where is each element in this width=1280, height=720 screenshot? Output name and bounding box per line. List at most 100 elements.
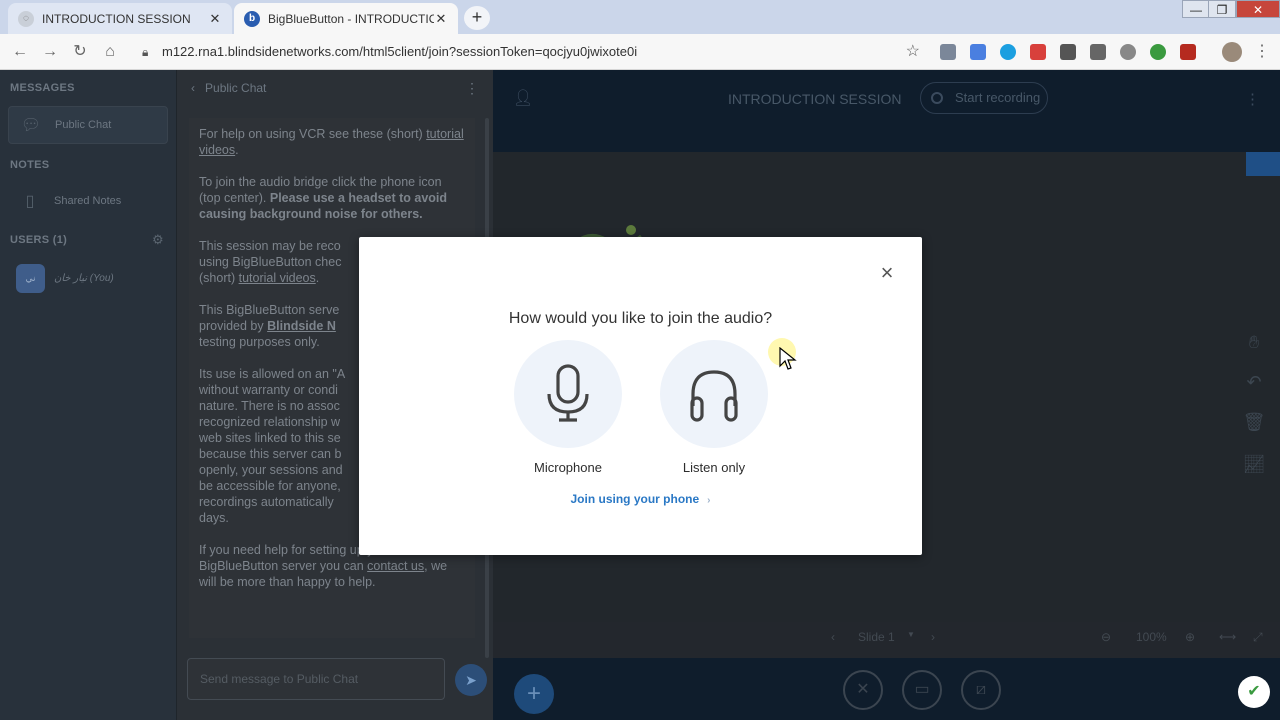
next-slide-icon[interactable]: ›: [931, 630, 935, 644]
browser-tab-strip: ◌ INTRODUCTION SESSION ✕ b BigBlueButton…: [0, 0, 1280, 34]
join-audio-modal: × How would you like to join the audio? …: [359, 237, 922, 555]
notes-section-label: NOTES: [10, 159, 50, 171]
mute-audio-button[interactable]: ✕: [843, 670, 883, 710]
microphone-label[interactable]: Microphone: [498, 460, 638, 475]
back-arrow-icon[interactable]: ←: [8, 40, 32, 64]
tab-title: BigBlueButton - INTRODUCTION: [268, 11, 434, 26]
extension-icon[interactable]: [1030, 44, 1046, 60]
join-using-phone-link[interactable]: Join using your phone ›: [359, 492, 922, 506]
skype-icon[interactable]: [1000, 44, 1016, 60]
message-text: (short): [199, 271, 239, 285]
multi-user-chart-icon[interactable]: 📈︎: [1242, 454, 1266, 478]
message-text: web sites linked to this se: [199, 431, 341, 445]
hand-tool-icon[interactable]: ✋︎: [1242, 332, 1266, 356]
message-text: nature. There is no assoc: [199, 399, 340, 413]
sidebar-item-shared-notes[interactable]: ▯ Shared Notes: [8, 182, 168, 220]
extension-icon[interactable]: [940, 44, 956, 60]
blindside-link[interactable]: Blindside N: [267, 319, 336, 333]
page-icon: ◌: [18, 10, 34, 27]
zoom-in-icon[interactable]: ⊕: [1185, 630, 1195, 644]
home-icon[interactable]: ⌂: [98, 40, 122, 64]
url-text: m122.rna1.blindsidenetworks.com/html5cli…: [162, 44, 638, 59]
share-webcam-button[interactable]: ▭: [902, 670, 942, 710]
microphone-icon: [547, 364, 589, 422]
screen-share-icon: ⧄: [975, 681, 987, 698]
tutorial-videos-link[interactable]: tutorial videos: [239, 271, 316, 285]
notes-icon: ▯: [25, 193, 35, 210]
action-bar: + ✕ ▭ ⧄ ✔: [493, 658, 1280, 720]
message-text: This BigBlueButton serve: [199, 303, 340, 317]
restore-button[interactable]: ❐: [1208, 0, 1236, 18]
translate-icon[interactable]: [970, 44, 986, 60]
browser-menu-icon[interactable]: ⋮: [1250, 40, 1274, 64]
minimize-button[interactable]: —: [1182, 0, 1210, 18]
minimize-presentation-button[interactable]: [1246, 152, 1280, 176]
chevron-right-icon: ›: [707, 495, 711, 506]
forward-arrow-icon[interactable]: →: [38, 40, 62, 64]
microphone-button[interactable]: [514, 340, 622, 448]
users-section-label: USERS (1): [10, 234, 68, 246]
presentation-toolbar: ‹ Slide 1 ▼ › ⊖ 100% ⊕ ⟷ ⤢: [493, 622, 1280, 652]
start-recording-label: Start recording: [955, 90, 1041, 105]
extension-icon[interactable]: [1150, 44, 1166, 60]
close-window-button[interactable]: ✕: [1236, 0, 1280, 18]
tab-bigbluebutton[interactable]: b BigBlueButton - INTRODUCTION ✕: [234, 3, 458, 34]
options-menu-icon[interactable]: ⋮: [1245, 90, 1260, 108]
camera-off-icon: ▭: [914, 681, 930, 698]
chat-title: Public Chat: [205, 81, 267, 95]
message-text: openly, your sessions and: [199, 463, 343, 477]
tab-close-icon[interactable]: ✕: [434, 11, 448, 27]
modal-title: How would you like to join the audio?: [508, 310, 773, 327]
session-title: INTRODUCTION SESSION: [728, 91, 902, 107]
message-text: be accessible for anyone,: [199, 479, 341, 493]
audio-off-icon: ✕: [856, 681, 870, 698]
profile-avatar[interactable]: [1222, 42, 1242, 62]
actions-plus-button[interactable]: +: [514, 674, 554, 714]
slide-selector[interactable]: Slide 1: [858, 630, 895, 644]
headphones-icon: [690, 370, 738, 422]
gear-icon[interactable]: ⚙: [152, 232, 164, 248]
sidebar-item-public-chat[interactable]: 💬︎ Public Chat: [8, 106, 168, 144]
address-bar[interactable]: 🔒︎ m122.rna1.blindsidenetworks.com/html5…: [132, 38, 928, 66]
bigbluebutton-favicon-icon: b: [244, 10, 260, 27]
user-list-toggle-icon[interactable]: 👤︎: [513, 88, 533, 108]
message-text: This session may be reco: [199, 239, 341, 253]
close-icon[interactable]: ×: [876, 262, 898, 285]
message-text: provided by: [199, 319, 268, 333]
extension-icon[interactable]: [1060, 44, 1076, 60]
send-message-button[interactable]: ➤: [455, 664, 487, 696]
contact-us-link[interactable]: contact us: [367, 559, 424, 573]
bookmark-star-icon[interactable]: ☆: [906, 38, 920, 66]
chevron-left-icon: ‹: [191, 81, 195, 95]
extension-icon[interactable]: [1120, 44, 1136, 60]
security-shield-icon[interactable]: ✔: [1238, 676, 1270, 708]
listen-only-button[interactable]: [660, 340, 768, 448]
message-text: .: [235, 143, 239, 157]
message-text: days.: [199, 511, 229, 525]
share-screen-button[interactable]: ⧄: [961, 670, 1001, 710]
extension-icon[interactable]: [1090, 44, 1106, 60]
new-tab-button[interactable]: +: [464, 6, 490, 30]
reload-icon[interactable]: ↻: [68, 40, 92, 64]
start-recording-button[interactable]: Start recording: [920, 82, 1048, 114]
avatar[interactable]: ني: [16, 264, 45, 293]
lock-icon: 🔒︎: [142, 45, 149, 59]
fullscreen-icon[interactable]: ⤢: [1253, 630, 1263, 645]
pdf-icon[interactable]: [1180, 44, 1196, 60]
send-icon: ➤: [465, 672, 477, 688]
chat-options-icon[interactable]: ⋮: [465, 80, 479, 97]
user-name[interactable]: نيار خان (You): [54, 273, 114, 284]
previous-slide-icon[interactable]: ‹: [831, 630, 835, 644]
chat-back-button[interactable]: ‹ Public Chat: [191, 81, 266, 95]
record-icon: [931, 92, 943, 104]
chat-message-input[interactable]: Send message to Public Chat: [187, 658, 445, 700]
message-text: For help on using VCR see these (short): [199, 127, 427, 141]
trash-icon[interactable]: 🗑︎: [1242, 412, 1266, 436]
tab-introduction-session[interactable]: ◌ INTRODUCTION SESSION ✕: [8, 3, 232, 34]
undo-icon[interactable]: ↶: [1242, 372, 1266, 396]
zoom-out-icon[interactable]: ⊖: [1101, 630, 1111, 644]
listen-only-label[interactable]: Listen only: [644, 460, 784, 475]
zoom-level: 100%: [1136, 630, 1167, 644]
fit-width-icon[interactable]: ⟷: [1219, 630, 1236, 644]
tab-close-icon[interactable]: ✕: [208, 11, 222, 27]
